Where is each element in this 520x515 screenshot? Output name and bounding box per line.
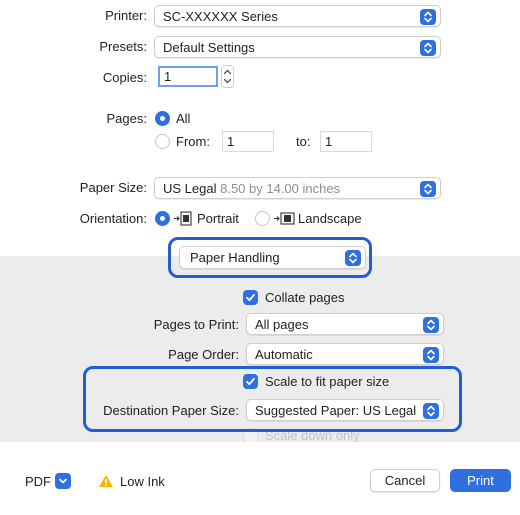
landscape-radio[interactable]: [255, 211, 270, 226]
pages-from-radio[interactable]: [155, 134, 170, 149]
pdf-menu-button[interactable]: PDF: [25, 470, 71, 492]
chevron-updown-icon: [423, 317, 439, 333]
page-order-value: Automatic: [255, 346, 313, 362]
printer-label: Printer:: [105, 8, 147, 23]
pdf-label: PDF: [25, 473, 51, 489]
checkmark-icon: [246, 293, 255, 302]
pages-to-label: to:: [296, 134, 311, 149]
paper-size-popup[interactable]: US Legal 8.50 by 14.00 inches: [154, 177, 441, 199]
stepper-icon: [223, 69, 232, 84]
footer: [0, 442, 520, 515]
chevron-updown-icon: [420, 40, 436, 56]
presets-label: Presets:: [99, 39, 147, 54]
portrait-label: Portrait: [197, 211, 239, 226]
copies-label: Copies:: [102, 70, 147, 85]
presets-value: Default Settings: [163, 39, 255, 55]
pages-to-print-label: Pages to Print:: [153, 317, 239, 332]
chevron-down-icon: [55, 473, 71, 489]
orientation-label: Orientation:: [79, 211, 147, 226]
page-order-popup[interactable]: Automatic: [246, 343, 444, 365]
pages-from-label: From:: [176, 134, 210, 149]
copies-stepper[interactable]: [221, 65, 234, 88]
paper-size-detail: 8.50 by 14.00 inches: [220, 180, 341, 196]
paper-size-label: Paper Size:: [79, 180, 147, 195]
paper-size-value: US Legal: [163, 180, 217, 196]
pages-from-field[interactable]: 1: [222, 131, 274, 152]
presets-popup[interactable]: Default Settings: [154, 36, 441, 58]
landscape-orientation-icon: [273, 210, 297, 230]
landscape-label: Landscape: [298, 211, 362, 226]
collate-label: Collate pages: [265, 290, 345, 305]
warning-icon: [98, 474, 114, 491]
chevron-updown-icon: [423, 347, 439, 363]
section-menu-highlight: [168, 237, 372, 278]
printer-popup[interactable]: SC-XXXXXX Series: [154, 5, 441, 27]
portrait-radio[interactable]: [155, 211, 170, 226]
portrait-orientation-icon: [173, 210, 195, 230]
chevron-updown-icon: [420, 181, 436, 197]
copies-field[interactable]: 1: [158, 66, 218, 87]
pages-to-print-value: All pages: [255, 316, 309, 332]
scale-section-highlight: [83, 366, 462, 432]
pages-to-field[interactable]: 1: [320, 131, 372, 152]
printer-value: SC-XXXXXX Series: [163, 8, 278, 24]
page-order-label: Page Order:: [168, 347, 239, 362]
low-ink-label: Low Ink: [120, 474, 165, 489]
collate-checkbox[interactable]: [243, 290, 258, 305]
pages-to-print-popup[interactable]: All pages: [246, 313, 444, 335]
pages-all-label: All: [176, 111, 191, 126]
print-button[interactable]: Print: [450, 469, 511, 492]
cancel-button[interactable]: Cancel: [370, 469, 440, 492]
chevron-updown-icon: [420, 9, 436, 25]
pages-all-radio[interactable]: [155, 111, 170, 126]
pages-label: Pages:: [106, 111, 147, 126]
